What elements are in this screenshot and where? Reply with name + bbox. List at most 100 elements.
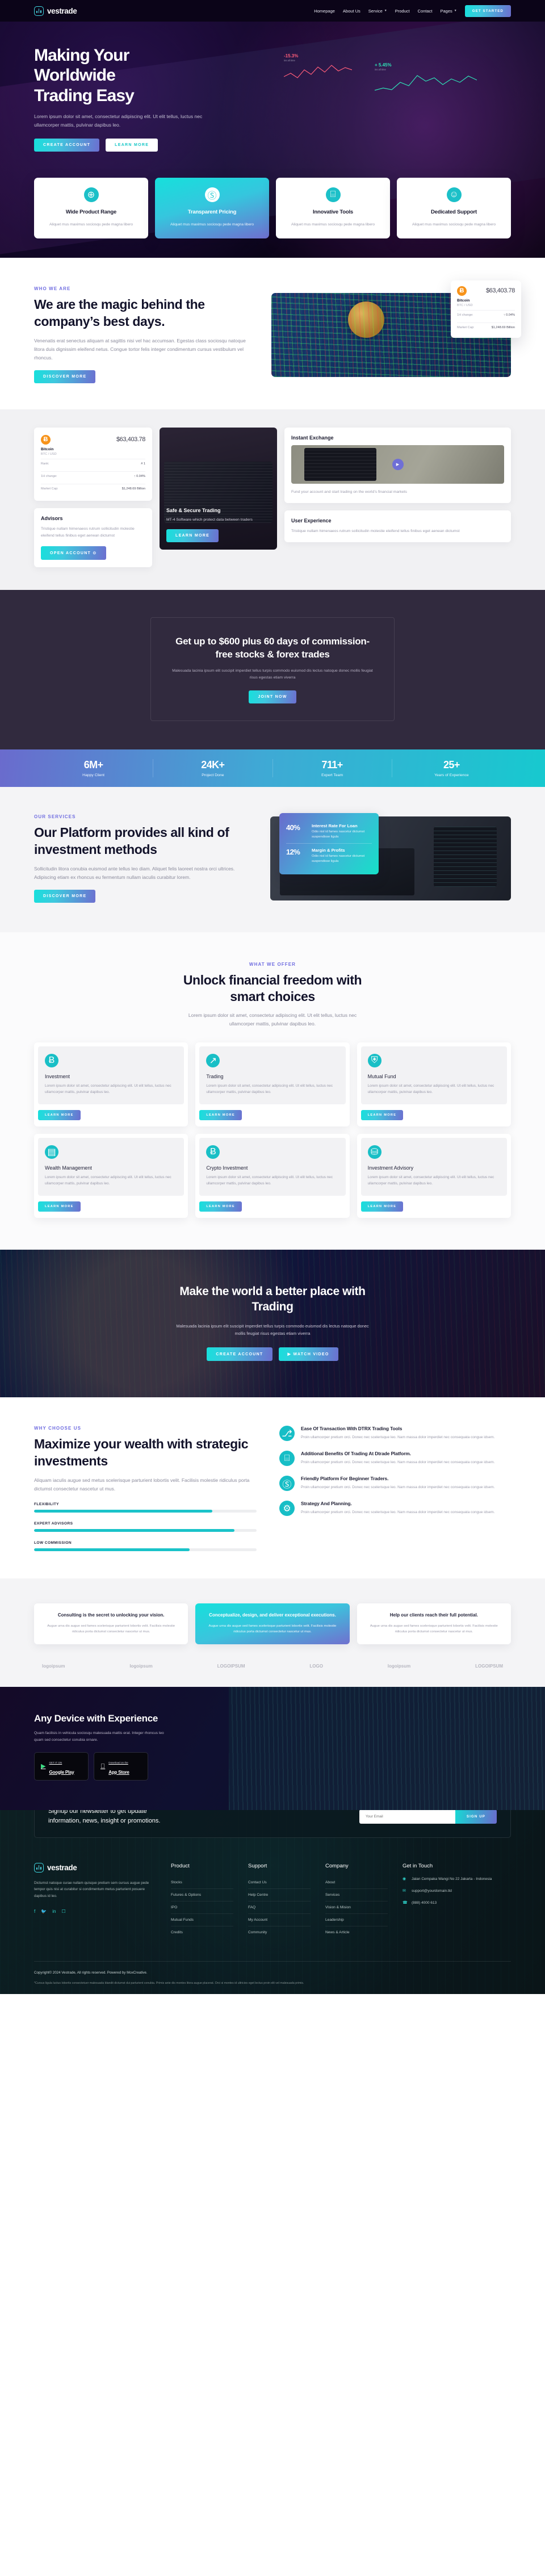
app-store-button[interactable]:  Download on the App Store: [94, 1752, 148, 1781]
platform-eyebrow: OUR SERVICES: [34, 814, 76, 820]
bitcoin-icon: Ƀ: [41, 434, 51, 445]
coin-pair: BTC / USD: [41, 452, 57, 456]
row-label: Rank:: [41, 462, 49, 466]
feature-card-wide-product-range[interactable]: ⊕ Wide Product Range Aliquet mus maximus…: [34, 177, 148, 239]
footer-link-futures-options[interactable]: Futures & Options: [171, 1889, 233, 1901]
open-account-button[interactable]: OPEN ACCOUNT ⊙: [41, 546, 106, 560]
discover-more-button[interactable]: DISCOVER MORE: [34, 889, 96, 903]
stat-years-experience: 25+ Years of Experience: [392, 759, 511, 777]
phone-icon: ☎: [403, 1900, 408, 1905]
nav-item-about[interactable]: About Us: [343, 9, 360, 14]
device-section: Any Device with Experience Quam facilisi…: [0, 1686, 545, 1810]
nav-item-service[interactable]: Service ▼: [368, 9, 387, 14]
service-card-trading[interactable]: ↗ Trading Lorem ipsum dolor sit amet, co…: [195, 1042, 350, 1127]
newsletter-email-input[interactable]: [359, 1810, 455, 1824]
nav-item-product[interactable]: Product: [395, 9, 410, 14]
brand-name: vestrade: [47, 6, 77, 15]
twitter-icon[interactable]: 🐦: [41, 1909, 47, 1914]
footer-link-community[interactable]: Community: [248, 1926, 311, 1938]
service-title: Crypto Investment: [206, 1165, 248, 1171]
nav-label: Contact: [417, 8, 433, 14]
brand-logo[interactable]: vestrade: [34, 6, 77, 16]
facebook-icon[interactable]: f: [34, 1909, 35, 1914]
footer-link-vision-mision[interactable]: Vision & Mision: [325, 1901, 388, 1914]
testimonial-body: Augue urna dis augue sed fames scelerisq…: [370, 1624, 498, 1633]
footer-link-news-article[interactable]: News & Article: [325, 1926, 388, 1938]
service-title: Investment: [45, 1074, 70, 1080]
create-account-button[interactable]: CREATE ACCOUNT: [207, 1347, 272, 1362]
play-icon[interactable]: ▶: [392, 458, 404, 470]
contact-phone-row[interactable]: ☎ (888) 4000 613: [403, 1900, 511, 1906]
line-chart-icon: ↗: [206, 1054, 220, 1068]
service-card-crypto-investment[interactable]: Ƀ Crypto Investment Lorem ipsum dolor si…: [195, 1134, 350, 1218]
feature-desc: Aliquet mus maximus sociosqu pede magna …: [412, 222, 496, 227]
feature-title: Innovative Tools: [312, 208, 354, 215]
footer-link-ipo[interactable]: IPO: [171, 1901, 233, 1914]
service-cards: Ƀ Investment Lorem ipsum dolor sit amet,…: [34, 1042, 511, 1218]
feature-card-dedicated-support[interactable]: ☺ Dedicated Support Aliquet mus maximus …: [397, 177, 511, 239]
footer-link-stocks[interactable]: Stocks: [171, 1876, 233, 1889]
learn-more-button[interactable]: LEARN MORE: [38, 1201, 81, 1212]
google-play-button[interactable]: ▶ GET IT ON Google Play: [34, 1752, 89, 1781]
watch-video-button[interactable]: ▶ WATCH VIDEO: [278, 1347, 338, 1362]
discover-more-button[interactable]: DISCOVER MORE: [34, 370, 96, 383]
service-card-mutual-fund[interactable]: ⛨ Mutual Fund Lorem ipsum dolor sit amet…: [357, 1042, 511, 1127]
newsletter-signup-button[interactable]: SIGN UP: [455, 1810, 497, 1824]
footer-link-my-account[interactable]: My Account: [248, 1914, 311, 1926]
footer-column-support: Support Contact Us Help Centre FAQ My Ac…: [248, 1863, 311, 1938]
about-title: We are the magic behind the company’s be…: [34, 297, 205, 329]
contact-email-row[interactable]: ✉ support@yourdomain.tld: [403, 1888, 511, 1894]
feature-card-transparent-pricing[interactable]: Ⓢ Transparent Pricing Aliquet mus maximu…: [155, 177, 269, 239]
linkedin-icon[interactable]: in: [52, 1909, 56, 1914]
nav-label: Homepage: [314, 8, 335, 14]
stat-number: 711+: [321, 759, 343, 771]
instagram-icon[interactable]: ☐: [61, 1909, 65, 1914]
bitcoin-price: $63,403.78: [485, 287, 515, 295]
footer-link-credits[interactable]: Credits: [171, 1926, 233, 1938]
footer-link-leadership[interactable]: Leadership: [325, 1914, 388, 1926]
get-started-button[interactable]: GET STARTED: [464, 5, 511, 17]
nav-item-pages[interactable]: Pages ▼: [440, 9, 456, 14]
bitcoin-price-card: Ƀ $63,403.78 Bitcoin BTC / USD 1H change…: [451, 280, 521, 338]
learn-more-button[interactable]: LEARN MORE: [166, 529, 219, 542]
joint-now-button[interactable]: JOINT NOW: [249, 690, 296, 704]
learn-more-button[interactable]: LEARN MORE: [38, 1110, 81, 1121]
footer-link-faq[interactable]: FAQ: [248, 1901, 311, 1914]
spark-value: + 5.45%: [375, 62, 392, 68]
footer-link-about[interactable]: About: [325, 1876, 388, 1889]
feature-card-innovative-tools[interactable]: ⌸ Innovative Tools Aliquet mus maximus s…: [276, 177, 390, 239]
footer-logo[interactable]: vestrade: [34, 1862, 156, 1873]
footer-link-help-centre[interactable]: Help Centre: [248, 1889, 311, 1901]
footer-link-contact-us[interactable]: Contact Us: [248, 1876, 311, 1889]
create-account-button[interactable]: CREATE ACCOUNT: [34, 138, 100, 152]
search-dollar-icon: Ⓢ: [204, 187, 220, 202]
promo-box: Get up to $600 plus 60 days of commissio…: [150, 617, 395, 722]
offer-section: WHAT WE OFFER Unlock financial freedom w…: [0, 932, 545, 1250]
bitcoin-icon: Ƀ: [457, 286, 467, 296]
learn-more-button[interactable]: LEARN MORE: [360, 1201, 404, 1212]
nav-item-homepage[interactable]: Homepage: [314, 9, 335, 14]
instant-exchange-card: Instant Exchange ▶ Fund your account and…: [284, 427, 511, 503]
price-row: 1H change: ↑ 0.04%: [41, 471, 145, 481]
learn-more-button[interactable]: LEARN MORE: [199, 1110, 242, 1121]
service-card-investment[interactable]: Ƀ Investment Lorem ipsum dolor sit amet,…: [34, 1042, 188, 1127]
icon-glyph: ⛁: [370, 1147, 379, 1158]
service-card-investment-advisory[interactable]: ⛁ Investment Advisory Lorem ipsum dolor …: [357, 1134, 511, 1218]
learn-more-button[interactable]: LEARN MORE: [199, 1201, 242, 1212]
coin-name: Bitcoin: [41, 447, 54, 451]
testimonial-card-1: Consulting is the secret to unlocking yo…: [34, 1603, 188, 1644]
service-card-wealth-management[interactable]: ▤ Wealth Management Lorem ipsum dolor si…: [34, 1134, 188, 1218]
footer-link-mutual-funds[interactable]: Mutual Funds: [171, 1914, 233, 1926]
service-title: Trading: [206, 1074, 224, 1080]
nav-item-contact[interactable]: Contact: [418, 9, 433, 14]
exchange-video-thumbnail[interactable]: ▶: [291, 445, 504, 484]
dark-cta-section: Make the world a better place with Tradi…: [0, 1249, 545, 1398]
hero-title-line2: Worldwide: [34, 66, 116, 85]
footer-link-services[interactable]: Services: [325, 1889, 388, 1901]
nav-label: About Us: [342, 8, 360, 14]
icon-glyph: Ⓢ: [207, 191, 217, 201]
nav-label: Product: [395, 8, 410, 14]
learn-more-button[interactable]: LEARN MORE: [360, 1110, 404, 1121]
learn-more-button[interactable]: LEARN MORE: [106, 138, 158, 152]
advisors-desc: Tristique nullam himenaeos rutrum sollic…: [41, 526, 135, 538]
